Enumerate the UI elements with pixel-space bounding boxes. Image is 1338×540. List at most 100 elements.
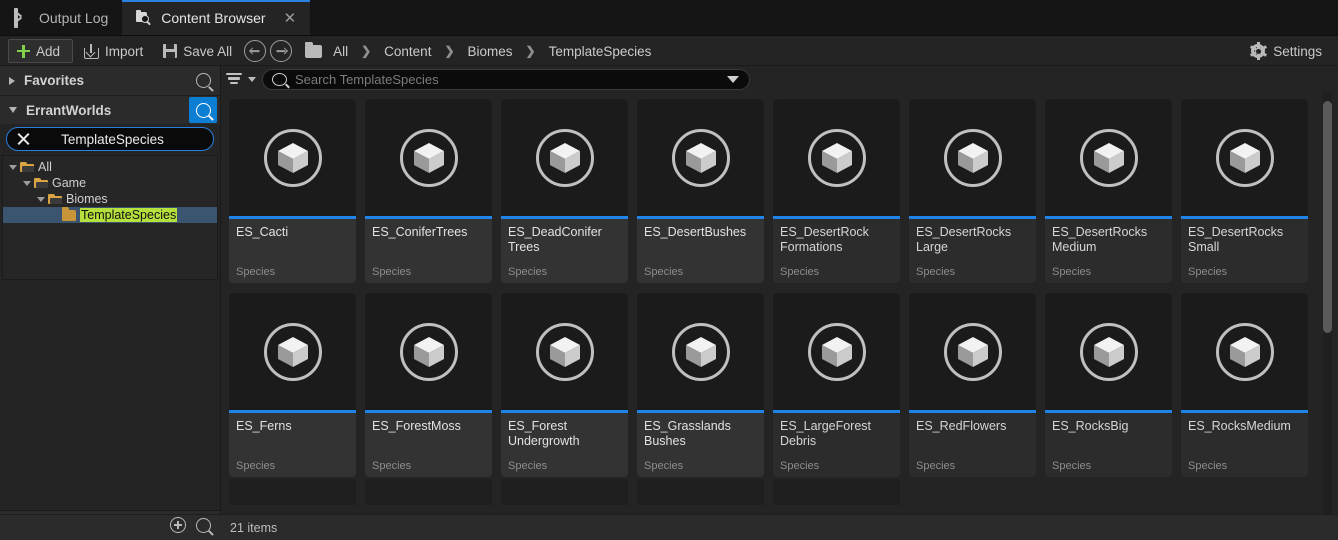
asset-name-line: ES_LargeForest	[780, 419, 872, 433]
asset-name: ES_DesertBushes	[644, 225, 757, 240]
asset-tile[interactable]: ES_DesertBushes Species	[637, 99, 764, 283]
sources-label: ErrantWorlds	[26, 102, 112, 118]
breadcrumb-item-templatespecies[interactable]: TemplateSpecies	[547, 44, 654, 59]
add-button[interactable]: Add	[8, 39, 74, 63]
asset-tile[interactable]: ES_DesertRocks Medium Species	[1045, 99, 1172, 283]
asset-type: Species	[1188, 460, 1228, 472]
sources-search-button[interactable]	[189, 97, 217, 123]
asset-tile[interactable]	[637, 479, 764, 505]
asset-tile[interactable]: ES_ForestMoss Species	[365, 293, 492, 477]
search-icon[interactable]	[196, 517, 211, 533]
asset-tile[interactable]: ES_LargeForest Debris Species	[773, 293, 900, 477]
asset-thumbnail	[1181, 99, 1308, 216]
asset-tile[interactable]: ES_RedFlowers Species	[909, 293, 1036, 477]
asset-type: Species	[1052, 266, 1092, 278]
asset-tile[interactable]: ES_DesertRocks Small Species	[1181, 99, 1308, 283]
close-icon[interactable]: ✕	[284, 11, 297, 26]
forward-button[interactable]	[270, 40, 293, 62]
asset-tile[interactable]: ES_Forest Undergrowth Species	[501, 293, 628, 477]
chevron-down-icon[interactable]	[23, 180, 31, 186]
search-icon	[272, 72, 287, 86]
asset-meta: ES_DeadConifer Trees Species	[501, 219, 628, 283]
breadcrumb-item-biomes[interactable]: Biomes	[466, 44, 515, 59]
asset-tile[interactable]: ES_DesertRock Formations Species	[773, 99, 900, 283]
gear-icon	[1249, 42, 1267, 60]
asset-tile[interactable]	[773, 479, 900, 505]
sources-header[interactable]: ErrantWorlds	[0, 96, 220, 124]
tab-output-log[interactable]: Output Log	[0, 0, 123, 36]
species-asset-icon	[671, 128, 730, 187]
asset-type: Species	[780, 460, 820, 472]
breadcrumb-item-all[interactable]: All	[331, 44, 350, 59]
asset-tile[interactable]: ES_Cacti Species	[229, 99, 356, 283]
asset-name: ES_RocksMedium	[1188, 419, 1301, 434]
content-browser-icon	[136, 9, 153, 27]
import-icon	[84, 43, 100, 59]
import-button[interactable]: Import	[75, 39, 152, 63]
asset-tile[interactable]: ES_DeadConifer Trees Species	[501, 99, 628, 283]
asset-panel: Search TemplateSpecies ES_Cacti Species ES…	[0, 66, 1338, 540]
asset-tile[interactable]	[229, 479, 356, 505]
asset-thumbnail	[909, 293, 1036, 410]
chevron-right-icon: ❯	[361, 44, 372, 58]
tree-item-game-label: Game	[52, 176, 87, 190]
asset-thumbnail	[229, 293, 356, 410]
tree-item-game[interactable]: Game	[3, 175, 217, 191]
asset-name: ES_Cacti	[236, 225, 349, 240]
import-button-label: Import	[105, 43, 144, 59]
chevron-right-icon: ❯	[444, 44, 455, 58]
tree-item-templatespecies[interactable]: TemplateSpecies	[3, 207, 217, 223]
species-asset-icon	[1215, 128, 1274, 187]
asset-meta: ES_DesertRocks Large Species	[909, 219, 1036, 283]
asset-name: ES_DeadConifer Trees	[508, 225, 621, 254]
asset-name-line: ES_Forest	[508, 419, 568, 433]
scrollbar-thumb[interactable]	[1323, 101, 1332, 333]
asset-tile[interactable]: ES_ConiferTrees Species	[365, 99, 492, 283]
asset-tile[interactable]: ES_DesertRocks Large Species	[909, 99, 1036, 283]
item-count-label: 21 items	[230, 520, 278, 535]
asset-name: ES_ForestMoss	[372, 419, 485, 434]
settings-button[interactable]: Settings	[1249, 42, 1330, 60]
breadcrumb-item-content[interactable]: Content	[382, 44, 433, 59]
asset-meta: ES_RocksMedium Species	[1181, 413, 1308, 477]
tree-item-biomes[interactable]: Biomes	[3, 191, 217, 207]
tab-output-log-label: Output Log	[39, 10, 109, 26]
asset-meta: ES_LargeForest Debris Species	[773, 413, 900, 477]
chevron-down-icon[interactable]	[727, 75, 739, 83]
asset-tile[interactable]	[365, 479, 492, 505]
favorites-header[interactable]: Favorites	[0, 66, 220, 96]
asset-name-line: ES_DeadConifer	[508, 225, 602, 239]
search-input[interactable]: Search TemplateSpecies	[262, 68, 750, 90]
content-browser-window: Output Log Content Browser ✕ Add Import …	[0, 0, 1338, 540]
tab-content-browser[interactable]: Content Browser ✕	[122, 0, 311, 36]
save-all-button[interactable]: Save All	[154, 39, 241, 63]
filter-icon[interactable]	[226, 72, 242, 86]
sources-search-input[interactable]: TemplateSpecies	[6, 127, 214, 151]
asset-tile[interactable]: ES_RocksBig Species	[1045, 293, 1172, 477]
asset-type: Species	[644, 460, 684, 472]
tab-bar: Output Log Content Browser ✕	[0, 0, 1338, 36]
asset-thumbnail	[501, 293, 628, 410]
asset-tile[interactable]: ES_RocksMedium Species	[1181, 293, 1308, 477]
species-asset-icon	[1215, 322, 1274, 381]
asset-name-line: ES_RedFlowers	[916, 419, 1007, 433]
asset-name-line: Small	[1188, 239, 1220, 254]
asset-name-line: ES_DesertRock	[780, 225, 869, 239]
back-button[interactable]	[244, 40, 267, 62]
asset-type: Species	[236, 266, 276, 278]
tree-item-all[interactable]: All	[3, 159, 217, 175]
asset-name-line: ES_Ferns	[236, 419, 292, 433]
search-icon[interactable]	[196, 73, 211, 88]
tab-content-browser-label: Content Browser	[161, 10, 266, 26]
close-icon[interactable]	[17, 133, 30, 146]
asset-tile[interactable]: ES_Grasslands Bushes Species	[637, 293, 764, 477]
chevron-down-icon[interactable]	[9, 164, 17, 170]
asset-type: Species	[508, 460, 548, 472]
asset-meta: ES_DesertRocks Small Species	[1181, 219, 1308, 283]
asset-tile[interactable]	[501, 479, 628, 505]
chevron-down-icon[interactable]	[37, 196, 45, 202]
chevron-down-icon[interactable]	[248, 76, 256, 82]
plus-circle-icon[interactable]	[170, 517, 186, 533]
asset-name-line: ES_ConiferTrees	[372, 225, 468, 239]
asset-tile[interactable]: ES_Ferns Species	[229, 293, 356, 477]
